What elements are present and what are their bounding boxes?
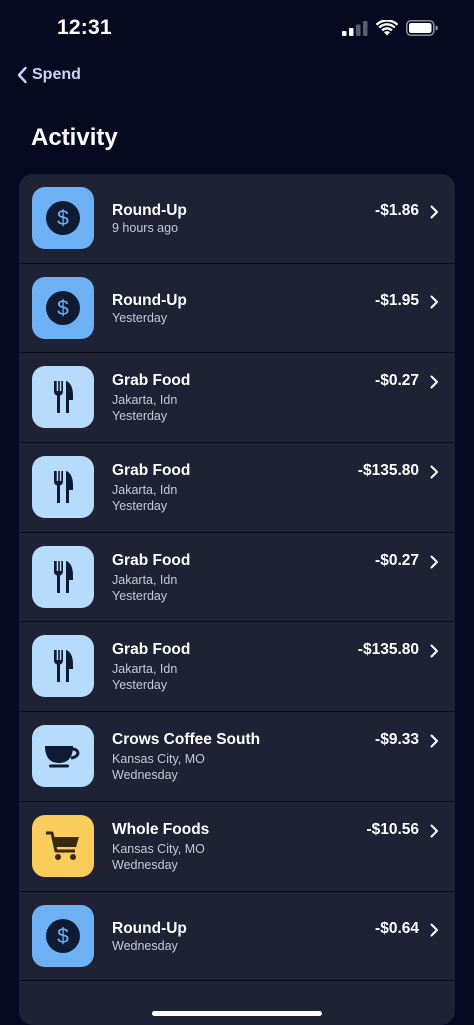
transaction-location: Jakarta, Idn [112,483,178,498]
page-title: Activity [31,124,118,151]
back-label: Spend [32,66,81,83]
svg-text:$: $ [57,207,69,230]
transaction-time: Yesterday [112,678,168,693]
dollar-icon: $ [32,276,94,339]
transaction-time: Yesterday [112,588,168,603]
transaction-amount: -$0.27 [375,551,419,569]
transaction-location: Kansas City, MO [112,841,205,856]
svg-text:$: $ [57,297,69,320]
svg-text:$: $ [57,925,69,948]
transaction-location: Jakarta, Idn [112,393,178,408]
transaction-name: Grab Food [112,641,191,659]
transaction-row[interactable]: Grab Food Jakarta, Idn Yesterday -$135.80 [19,622,455,713]
wifi-icon [376,20,398,36]
transaction-time: Yesterday [112,409,168,424]
transaction-amount: -$9.33 [375,731,419,749]
transaction-amount: -$10.56 [366,820,419,838]
transaction-name: Grab Food [112,551,191,569]
fork-knife-icon [32,635,94,698]
fork-knife-icon [32,366,94,429]
transaction-time: 9 hours ago [112,221,179,235]
dollar-icon: $ [32,904,94,967]
transaction-name: Round-Up [112,202,187,219]
transaction-name: Grab Food [112,462,191,480]
chevron-right-icon [430,555,438,569]
transaction-row[interactable]: Whole Foods Kansas City, MO Wednesday -$10.… [19,802,455,892]
activity-list: $ Round-Up 9 hours ago -$1.86 $ Round-Up Yeste… [19,174,455,1025]
transaction-name: Round-Up [112,919,187,937]
chevron-right-icon [430,375,438,389]
transaction-time: Wednesday [112,768,178,783]
fork-knife-icon [32,545,94,608]
chevron-left-icon [17,66,27,84]
chevron-right-icon [430,734,438,748]
status-time: 12:31 [57,16,112,39]
coffee-cup-icon [32,725,94,788]
transaction-amount: -$0.27 [375,372,419,390]
transaction-location: Kansas City, MO [112,752,205,767]
chevron-right-icon [430,923,438,936]
transaction-row[interactable]: Crows Coffee South Kansas City, MO Wednesd… [19,712,455,802]
chevron-right-icon [430,295,438,309]
status-icons [342,18,438,38]
transaction-name: Whole Foods [112,820,210,838]
transaction-amount: -$1.86 [375,202,419,219]
transaction-time: Yesterday [112,499,168,514]
transaction-name: Round-Up [112,291,187,309]
back-button[interactable]: Spend [16,66,81,84]
transaction-row[interactable]: Grab Food Jakarta, Idn Yesterday -$0.27 [19,353,455,444]
transaction-location: Jakarta, Idn [112,662,178,677]
transaction-row[interactable]: $ Round-Up Yesterday -$1.95 [19,264,455,354]
transaction-location: Jakarta, Idn [112,572,178,587]
chevron-right-icon [430,465,438,479]
chevron-right-icon [430,824,438,838]
chevron-right-icon [430,644,438,658]
home-indicator [152,1011,322,1016]
transaction-amount: -$0.64 [375,919,419,937]
transaction-time: Yesterday [112,310,168,325]
cellular-signal-icon [342,21,368,36]
transaction-row[interactable]: Grab Food Jakarta, Idn Yesterday -$0.27 [19,533,455,623]
transaction-time: Wednesday [112,857,178,872]
transaction-amount: -$135.80 [357,462,419,480]
chevron-right-icon [430,205,438,219]
transaction-row[interactable]: Grab Food Jakarta, Idn Yesterday -$135.80 [19,443,455,533]
transaction-row[interactable]: $ Round-Up Wednesday -$0.64 [19,892,455,982]
shopping-cart-icon [32,814,94,877]
transaction-time: Wednesday [112,938,178,953]
transaction-row[interactable]: $ Round-Up 9 hours ago -$1.86 [19,174,455,264]
battery-icon [406,20,438,36]
transaction-name: Grab Food [112,372,191,390]
status-bar: 12:31 [0,0,474,56]
transaction-amount: -$1.95 [375,291,419,309]
dollar-icon: $ [32,187,94,249]
transaction-name: Crows Coffee South [112,731,261,749]
fork-knife-icon [32,456,94,519]
transaction-amount: -$135.80 [357,641,419,659]
